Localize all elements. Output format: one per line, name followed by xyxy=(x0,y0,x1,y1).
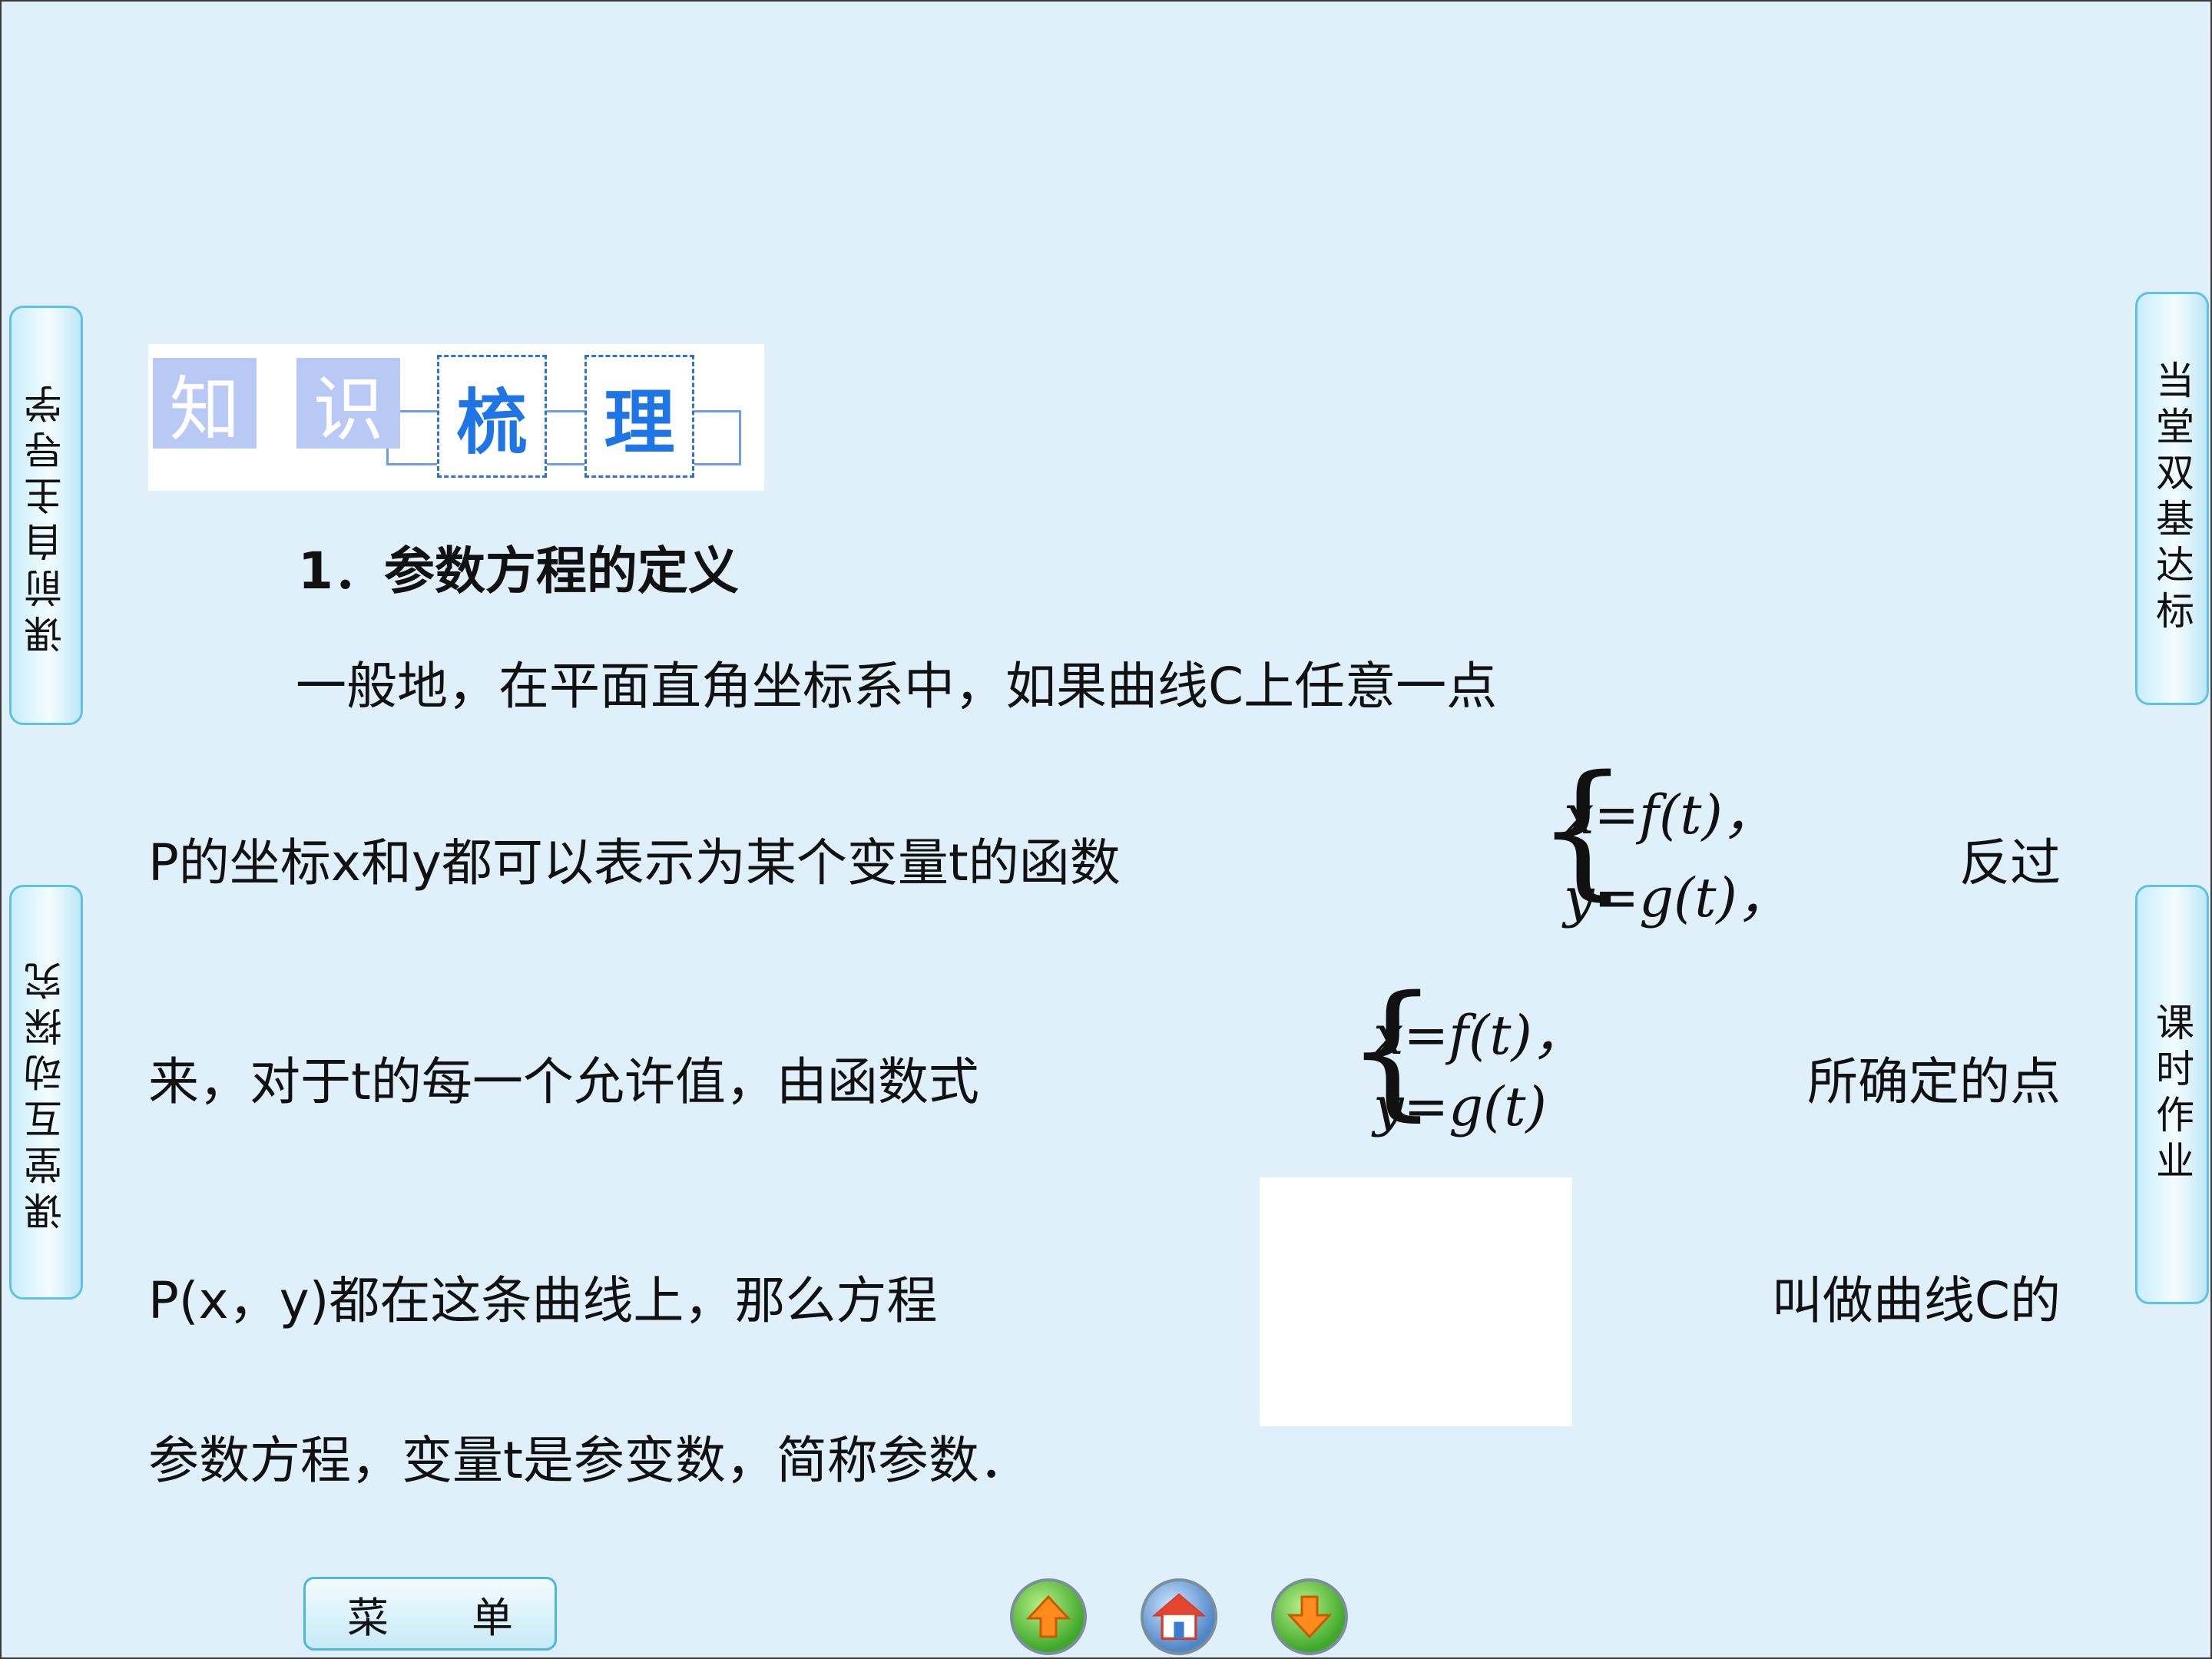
system-1-eq-y: y=g(t)， xyxy=(1564,866,1791,929)
text-line-4-start: P(x，y)都在这条曲线上，那么方程 xyxy=(148,1271,938,1330)
home-button[interactable] xyxy=(1141,1578,1217,1655)
tab-class-interaction-label: 课堂互动探究 xyxy=(24,954,68,1230)
text-line-5: 参数方程，变量t是参变数，简称参数． xyxy=(148,1431,1030,1490)
next-page-button[interactable] xyxy=(1271,1578,1348,1655)
system-1-eq-x: x=f(t)， xyxy=(1564,783,1777,846)
text-line-2-start: P的坐标x和y都可以表示为某个变量t的函数 xyxy=(148,833,1121,892)
menu-button-label-1: 菜 xyxy=(347,1593,389,1642)
home-icon xyxy=(1152,1593,1206,1641)
text-line-2-end: 反过 xyxy=(1959,833,2061,892)
tab-basic-check[interactable]: 当堂双基达标 xyxy=(2135,292,2209,705)
tab-homework-label: 课时作业 xyxy=(2150,1002,2194,1187)
system-2-eq-x: x=f(t)， xyxy=(1373,1004,1586,1067)
text-line-3: 来，对于t的每一个允许值，由函数式 所确定的点 xyxy=(148,1041,2061,1114)
text-line-1: 一般地，在平面直角坐标系中，如果曲线C上任意一点 xyxy=(296,657,1498,716)
badge-char-2: 识 xyxy=(296,358,400,451)
parametric-system-1: { x=f(t)， y=g(t)， xyxy=(1536,757,1859,933)
tab-class-interaction[interactable]: 课堂互动探究 xyxy=(9,885,83,1300)
tab-pre-class-study[interactable]: 课前自主导学 xyxy=(9,306,83,725)
text-line-4: P(x，y)都在这条曲线上，那么方程 叫做曲线C的 xyxy=(148,1260,2061,1333)
badge-char-4: 理 xyxy=(584,355,694,478)
section-badge: 知 识 梳 理 xyxy=(148,344,764,491)
prev-page-button[interactable] xyxy=(1010,1578,1087,1655)
blank-answer-box xyxy=(1260,1177,1572,1426)
text-line-3-start: 来，对于t的每一个允许值，由函数式 xyxy=(148,1052,979,1111)
text-line-4-end: 叫做曲线C的 xyxy=(1771,1271,2061,1330)
badge-char-1: 知 xyxy=(153,358,257,451)
arrow-down-icon xyxy=(1286,1595,1333,1639)
system-2-eq-y: y=g(t) xyxy=(1373,1075,1547,1138)
tab-pre-class-study-label: 课前自主导学 xyxy=(24,377,68,654)
tab-homework[interactable]: 课时作业 xyxy=(2135,885,2209,1304)
menu-button-label-2: 单 xyxy=(472,1593,513,1642)
parametric-system-2: { x=f(t)， y=g(t) xyxy=(1346,977,1637,1154)
menu-button[interactable]: 菜 单 xyxy=(303,1577,557,1651)
arrow-up-icon xyxy=(1025,1594,1071,1638)
text-line-3-end: 所确定的点 xyxy=(1807,1052,2061,1111)
tab-basic-check-label: 当堂双基达标 xyxy=(2150,360,2194,637)
badge-char-3: 梳 xyxy=(437,355,547,478)
section-heading: 1．参数方程的定义 xyxy=(298,541,739,601)
